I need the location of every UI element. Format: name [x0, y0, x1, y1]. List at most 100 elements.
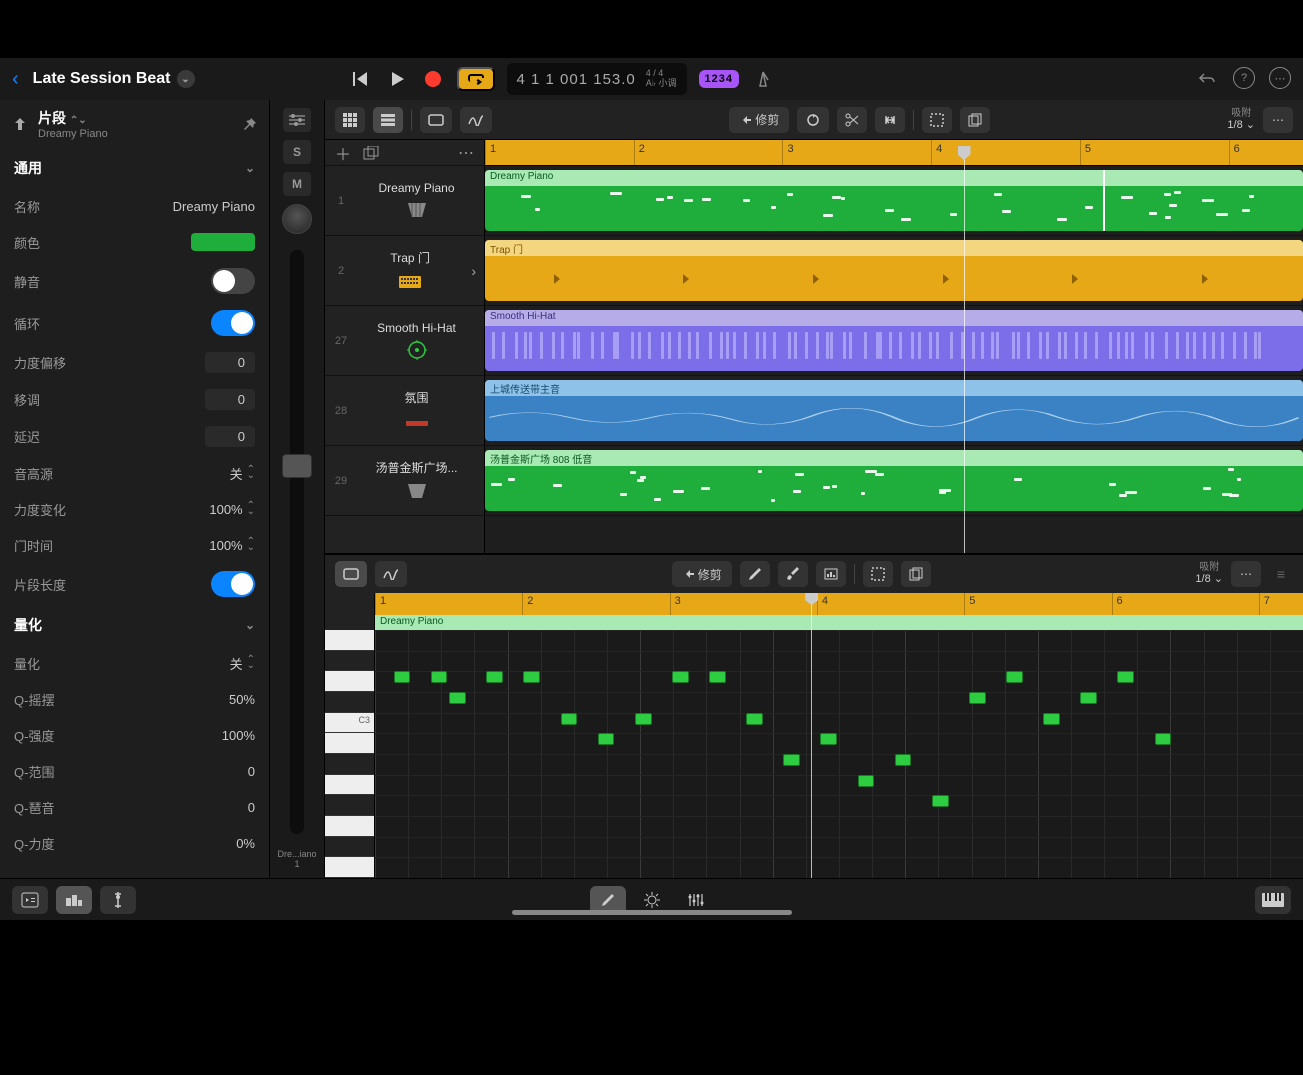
- midi-note[interactable]: [523, 671, 540, 683]
- qswing-field[interactable]: 50%: [229, 692, 255, 707]
- count-in-button[interactable]: 1234: [699, 70, 739, 88]
- region-row[interactable]: 上城传送带主音: [485, 376, 1303, 446]
- piano-key[interactable]: [325, 754, 374, 775]
- midi-note[interactable]: [709, 671, 726, 683]
- region-view-button[interactable]: [420, 107, 452, 133]
- piano-key[interactable]: [325, 630, 374, 651]
- color-swatch[interactable]: [191, 233, 255, 251]
- midi-note[interactable]: [672, 671, 689, 683]
- copy-tool-button[interactable]: [960, 107, 990, 133]
- midi-note[interactable]: [969, 692, 986, 704]
- editor-copy-button[interactable]: [901, 561, 931, 587]
- midi-note[interactable]: [932, 795, 949, 807]
- pitch-source-field[interactable]: 关⌃⌄: [230, 464, 255, 483]
- record-button[interactable]: [421, 67, 445, 91]
- lcd-display[interactable]: 4 1 1 001 153.0 4 / 4 A♭ 小调: [507, 63, 687, 95]
- pin-icon[interactable]: [241, 116, 257, 132]
- editor-marquee-button[interactable]: [863, 561, 893, 587]
- editor-automation-view-button[interactable]: [375, 561, 407, 587]
- mute-switch[interactable]: [211, 268, 255, 294]
- editor-region-view-button[interactable]: [335, 561, 367, 587]
- midi-note[interactable]: [1117, 671, 1134, 683]
- region[interactable]: Trap 门: [485, 240, 1303, 301]
- qvel-field[interactable]: 0%: [236, 836, 255, 851]
- velocity-offset-field[interactable]: 0: [205, 352, 255, 373]
- list-view-button[interactable]: [373, 107, 403, 133]
- cycle-button[interactable]: [457, 67, 495, 91]
- library-button[interactable]: [12, 886, 48, 914]
- editor-playhead[interactable]: [811, 603, 812, 878]
- scissors-tool-button[interactable]: [837, 107, 867, 133]
- midi-note[interactable]: [895, 754, 912, 766]
- piano-key[interactable]: [325, 671, 374, 692]
- disclosure-chevron[interactable]: ›: [471, 263, 476, 279]
- editor-function-menu[interactable]: 修剪: [672, 561, 732, 587]
- automation-view-button[interactable]: [460, 107, 492, 133]
- track-header[interactable]: 29 汤普金斯广场...: [325, 446, 484, 516]
- help-button[interactable]: ?: [1233, 67, 1255, 89]
- join-tool-button[interactable]: [875, 107, 905, 133]
- region-row[interactable]: 汤普金斯广场 808 低音: [485, 446, 1303, 516]
- piano-key[interactable]: [325, 775, 374, 796]
- name-field[interactable]: Dreamy Piano: [173, 199, 255, 214]
- midi-note[interactable]: [561, 713, 578, 725]
- clip-length-switch[interactable]: [211, 571, 255, 597]
- editor-snap-menu[interactable]: 吸附 1/8 ⌄: [1195, 562, 1223, 585]
- quantize-field[interactable]: 关⌃⌄: [230, 654, 255, 673]
- brush-tool-button[interactable]: [778, 561, 808, 587]
- region[interactable]: 汤普金斯广场 808 低音: [485, 450, 1303, 511]
- midi-note[interactable]: [598, 733, 615, 745]
- inspector-title-updown[interactable]: ⌃⌄: [70, 115, 87, 126]
- piano-key[interactable]: [325, 857, 374, 878]
- gate-time-field[interactable]: 100%⌃⌄: [209, 538, 255, 553]
- solo-button[interactable]: S: [283, 140, 311, 164]
- piano-key[interactable]: C3: [325, 713, 374, 734]
- midi-note[interactable]: [431, 671, 448, 683]
- velocity-tool-button[interactable]: [816, 561, 846, 587]
- metronome-button[interactable]: [751, 67, 775, 91]
- qarp-field[interactable]: 0: [248, 800, 255, 815]
- mixer-button[interactable]: [56, 886, 92, 914]
- editor-more-button[interactable]: ⋯: [1231, 561, 1261, 587]
- midi-note[interactable]: [635, 713, 652, 725]
- more-button[interactable]: ⋯: [1269, 67, 1291, 89]
- piano-key[interactable]: [325, 837, 374, 858]
- duplicate-track-button[interactable]: [363, 146, 379, 160]
- strip-settings-icon[interactable]: [283, 108, 311, 132]
- editor-drag-handle[interactable]: ≡: [1269, 566, 1293, 582]
- track-header[interactable]: 27 Smooth Hi-Hat: [325, 306, 484, 376]
- midi-note[interactable]: [858, 775, 875, 787]
- qrange-field[interactable]: 0: [248, 764, 255, 779]
- section-general[interactable]: 通用⌄: [0, 148, 269, 188]
- midi-note[interactable]: [1155, 733, 1172, 745]
- track-header-more-button[interactable]: ⋯: [458, 143, 474, 163]
- grid-view-button[interactable]: [335, 107, 365, 133]
- back-button[interactable]: ‹: [12, 68, 19, 91]
- delay-field[interactable]: 0: [205, 426, 255, 447]
- keyboard-button[interactable]: [1255, 886, 1291, 914]
- inspector-button[interactable]: [100, 886, 136, 914]
- timeline-ruler[interactable]: 123456: [485, 140, 1303, 166]
- midi-note[interactable]: [486, 671, 503, 683]
- editor-ruler[interactable]: 1234567: [375, 593, 1303, 615]
- qstrength-field[interactable]: 100%: [222, 728, 255, 743]
- marquee-tool-button[interactable]: [922, 107, 952, 133]
- track-header[interactable]: 1 Dreamy Piano: [325, 166, 484, 236]
- tracks-more-button[interactable]: ⋯: [1263, 107, 1293, 133]
- function-menu[interactable]: 修剪: [729, 107, 789, 133]
- track-header[interactable]: 28 氛围: [325, 376, 484, 446]
- pencil-tool-button[interactable]: [740, 561, 770, 587]
- midi-note[interactable]: [1080, 692, 1097, 704]
- track-header[interactable]: 2 Trap 门 ›: [325, 236, 484, 306]
- go-to-start-button[interactable]: [349, 67, 373, 91]
- midi-note[interactable]: [394, 671, 411, 683]
- piano-roll-grid[interactable]: [375, 630, 1303, 878]
- midi-note[interactable]: [820, 733, 837, 745]
- piano-key[interactable]: [325, 795, 374, 816]
- midi-note[interactable]: [1006, 671, 1023, 683]
- add-track-button[interactable]: ＋: [335, 141, 351, 165]
- region-row[interactable]: Smooth Hi-Hat: [485, 306, 1303, 376]
- play-button[interactable]: [385, 67, 409, 91]
- piano-key[interactable]: [325, 651, 374, 672]
- region[interactable]: 上城传送带主音: [485, 380, 1303, 441]
